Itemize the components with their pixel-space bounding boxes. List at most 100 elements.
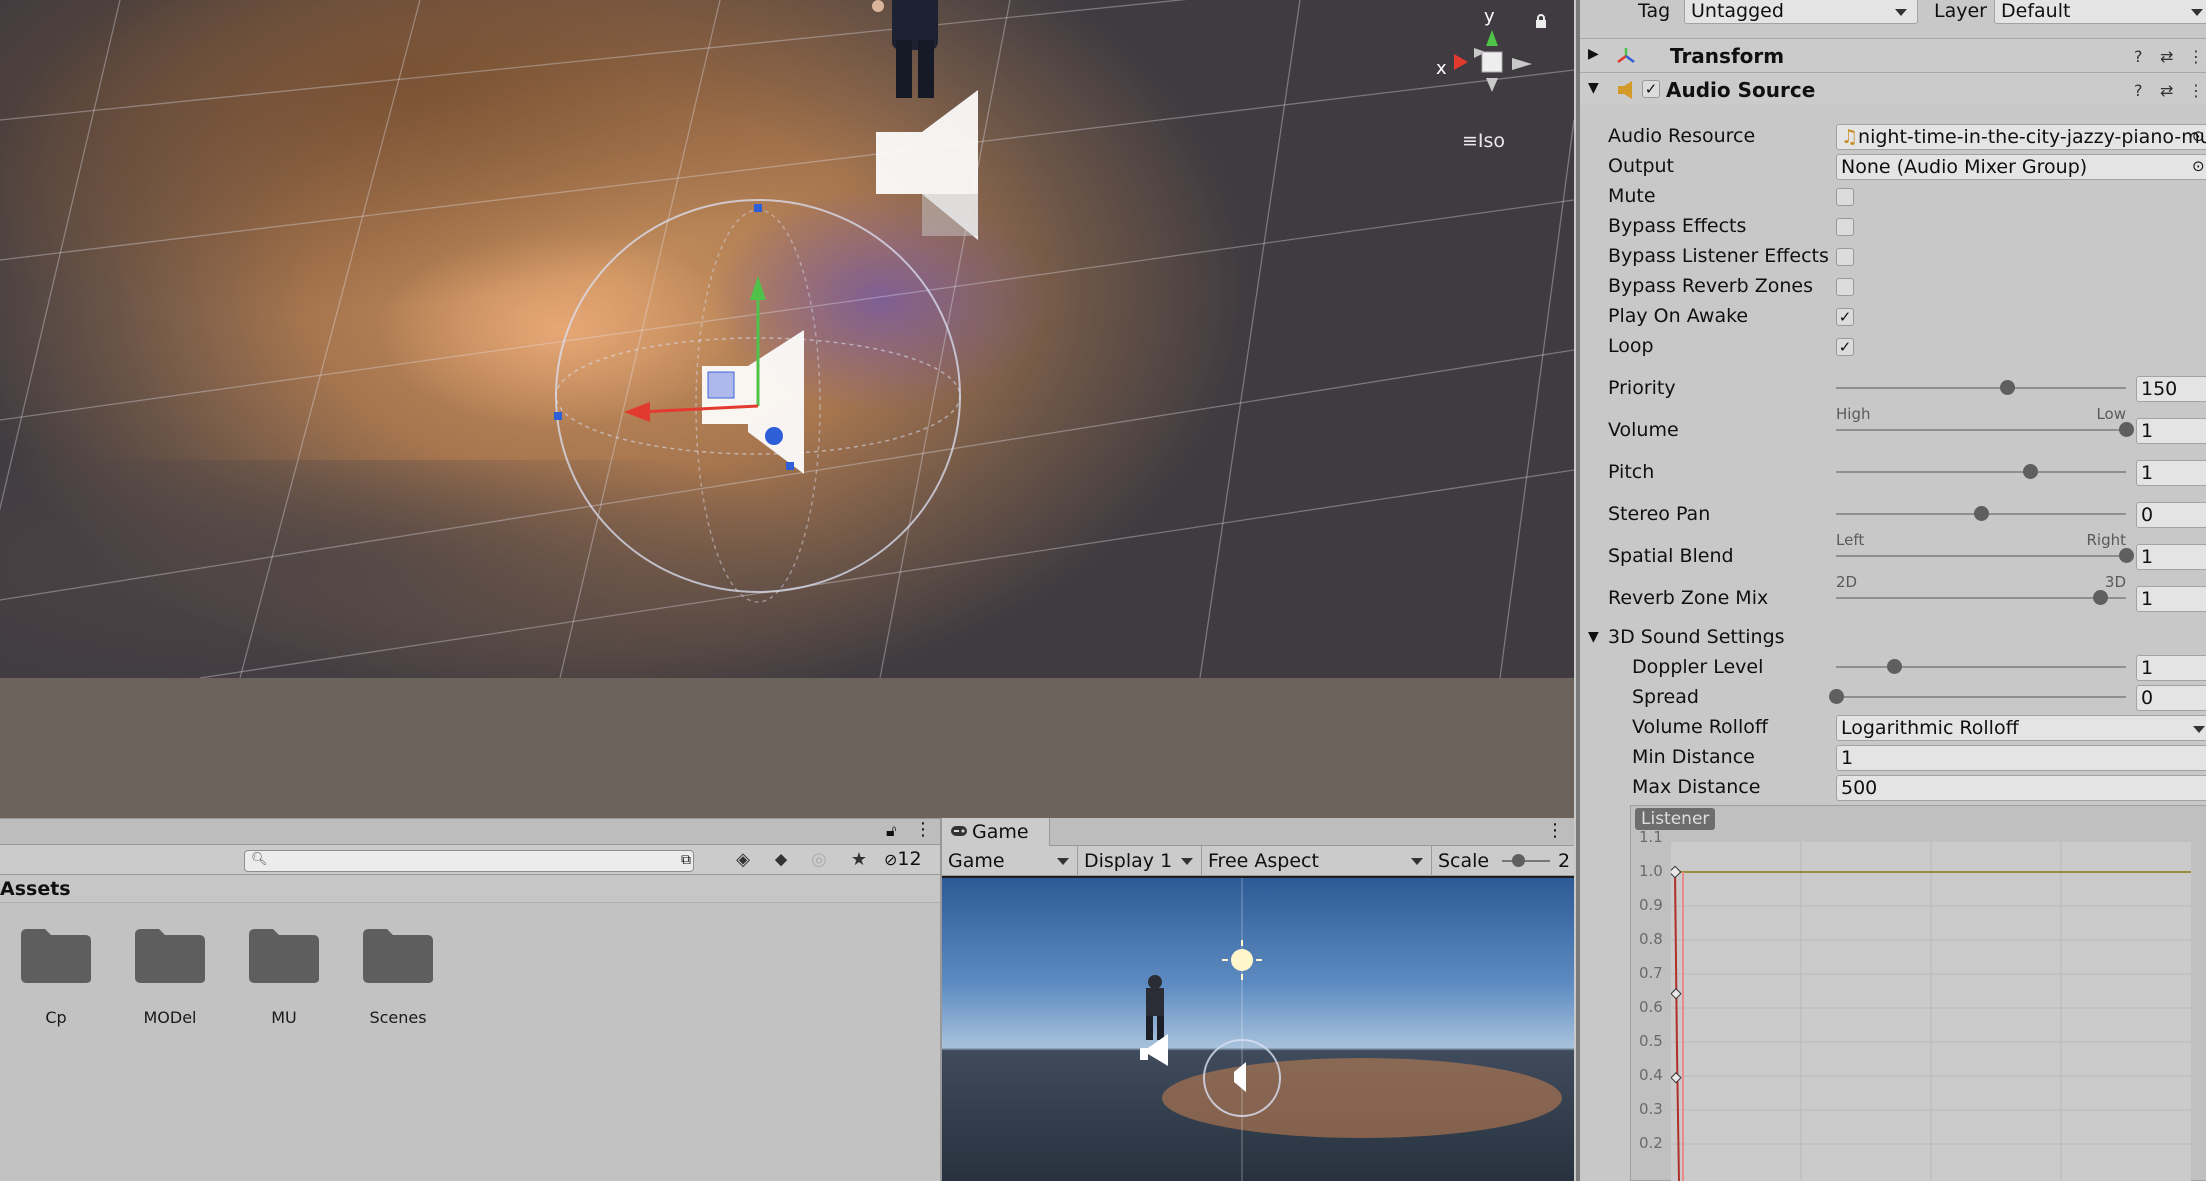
mute-checkbox[interactable]	[1836, 188, 1854, 206]
gizmo-x-axis-label[interactable]: x	[1436, 58, 1447, 79]
bypass-reverb-zones-checkbox[interactable]	[1836, 278, 1854, 296]
stereo-pan-slider[interactable]: Left Right	[1836, 506, 2126, 549]
stereo-pan-input[interactable]: 0	[2136, 502, 2206, 528]
min-distance-row: Min Distance 1	[1580, 742, 2206, 772]
pitch-slider[interactable]	[1836, 464, 2126, 479]
spatial-blend-input[interactable]: 1	[2136, 544, 2206, 570]
spatial-blend-slider-thumb[interactable]	[2119, 548, 2134, 563]
volume-rolloff-dropdown[interactable]: Logarithmic Rolloff	[1836, 715, 2206, 741]
filter-by-label-icon[interactable]: ⬥	[766, 849, 796, 873]
filter-by-type-icon[interactable]: ◈	[728, 849, 758, 873]
help-icon[interactable]: ?	[2134, 81, 2143, 100]
asset-folder-label: MODel	[143, 1008, 197, 1027]
layer-dropdown[interactable]: Default	[1994, 0, 2206, 24]
loop-checkbox[interactable]: ✓	[1836, 338, 1854, 356]
reverb-zone-mix-input[interactable]: 1	[2136, 586, 2206, 612]
audio-resource-label: Audio Resource	[1608, 125, 1756, 147]
asset-folder[interactable]: Cp	[6, 927, 106, 1027]
scale-control[interactable]: Scale 2	[1432, 846, 1574, 876]
spread-slider[interactable]	[1829, 689, 2126, 704]
spread-slider-thumb[interactable]	[1829, 689, 1844, 704]
gizmo-y-axis-label[interactable]: y	[1484, 6, 1495, 27]
more-options-icon[interactable]: ⋮	[2188, 81, 2204, 100]
more-options-icon[interactable]: ⋮	[1546, 820, 1564, 841]
audio-resource-field[interactable]: ♫night-time-in-the-city-jazzy-piano-mu	[1836, 124, 2206, 150]
bypass-listener-effects-checkbox[interactable]	[1836, 248, 1854, 266]
min-distance-input[interactable]: 1	[1836, 745, 2206, 771]
doppler-slider-thumb[interactable]	[1887, 659, 1902, 674]
priority-slider[interactable]: High Low	[1836, 380, 2126, 423]
sound3d-foldout[interactable]: ▼ 3D Sound Settings	[1580, 622, 2206, 652]
bypass-listener-effects-row: Bypass Listener Effects	[1580, 241, 2206, 271]
doppler-input[interactable]: 1	[2136, 655, 2206, 681]
search-input[interactable]: 🔍︎ ⧉	[244, 850, 694, 872]
selected-audio-source-gizmo[interactable]	[540, 190, 1000, 620]
priority-slider-thumb[interactable]	[2000, 380, 2016, 395]
scene-view[interactable]: x y ≡Iso	[0, 0, 1574, 818]
scale-slider[interactable]	[1502, 854, 1550, 867]
audio-source-component-header[interactable]: ▼ ✓ Audio Source ? ⇄ ⋮	[1580, 72, 2206, 105]
hidden-packages-toggle[interactable]: ⊘12	[884, 848, 922, 870]
aspect-dropdown[interactable]: Free Aspect	[1202, 846, 1432, 876]
scale-slider-thumb[interactable]	[1512, 854, 1525, 867]
tab-game[interactable]: Game	[942, 818, 1050, 846]
graph-y-tick: 0.5	[1639, 1032, 1663, 1050]
output-field[interactable]: None (Audio Mixer Group)	[1836, 154, 2206, 180]
bypass-effects-checkbox[interactable]	[1836, 218, 1854, 236]
object-picker-icon[interactable]: ⊙	[2192, 157, 2205, 175]
graph-plot-area[interactable]	[1668, 842, 2191, 1181]
max-distance-input[interactable]: 500	[1836, 775, 2206, 801]
lock-icon[interactable]: 🔓︎	[886, 821, 896, 841]
project-toolbar: 🔍︎ ⧉ ◈ ⬥ ◎ ★ ⊘12	[0, 845, 940, 875]
spatial-blend-slider[interactable]: 2D 3D	[1836, 548, 2134, 591]
search-filter-icon[interactable]: ⧉	[681, 852, 691, 868]
chevron-down-icon	[1181, 858, 1193, 865]
presets-icon[interactable]: ⇄	[2160, 47, 2173, 66]
doppler-slider[interactable]	[1836, 659, 2126, 674]
foldout-collapsed-icon[interactable]: ▶	[1588, 46, 1599, 62]
favorites-star-icon[interactable]: ★	[844, 849, 874, 873]
lock-icon[interactable]	[1534, 14, 1548, 28]
help-icon[interactable]: ?	[2134, 47, 2143, 66]
pitch-input[interactable]: 1	[2136, 460, 2206, 486]
folder-icon	[135, 929, 205, 983]
asset-folder[interactable]: MODel	[120, 927, 220, 1027]
foldout-expanded-icon[interactable]: ▼	[1588, 629, 1599, 645]
asset-folder[interactable]: Scenes	[348, 927, 448, 1027]
sound3d-header: 3D Sound Settings	[1608, 626, 1785, 648]
priority-input[interactable]: 150	[2136, 376, 2206, 402]
stereo-pan-slider-thumb[interactable]	[1974, 506, 1989, 521]
object-picker-icon[interactable]: ⊙	[2192, 127, 2205, 145]
foldout-expanded-icon[interactable]: ▼	[1588, 80, 1599, 96]
package-filter-icon[interactable]: ◎	[804, 849, 834, 873]
stereo-pan-label: Stereo Pan	[1608, 503, 1711, 525]
game-viewport[interactable]	[942, 878, 1574, 1181]
priority-row: Priority High Low 150	[1580, 373, 2206, 423]
chevron-down-icon	[1057, 858, 1069, 865]
asset-folder[interactable]: MU	[234, 927, 334, 1027]
pitch-slider-thumb[interactable]	[2023, 464, 2039, 479]
rolloff-curve-graph[interactable]: Listener 1.1 1.0 0.9 0.8 0.7 0.6 0.5 0.4…	[1630, 805, 2206, 1181]
more-options-icon[interactable]: ⋮	[914, 819, 932, 840]
volume-slider-thumb[interactable]	[2119, 422, 2134, 437]
tag-dropdown[interactable]: Untagged	[1684, 0, 1918, 24]
graph-y-tick: 0.8	[1639, 930, 1663, 948]
assets-breadcrumb[interactable]: Assets	[0, 875, 940, 903]
more-options-icon[interactable]: ⋮	[2188, 47, 2204, 66]
presets-icon[interactable]: ⇄	[2160, 81, 2173, 100]
character-model[interactable]	[870, 0, 960, 100]
project-tab-bar: 🔓︎ ⋮	[0, 819, 940, 845]
game-view-mode-dropdown[interactable]: Game	[942, 846, 1078, 876]
play-on-awake-checkbox[interactable]: ✓	[1836, 308, 1854, 326]
transform-component-header[interactable]: ▶ Transform ? ⇄ ⋮	[1580, 38, 2206, 71]
reverb-zone-mix-slider[interactable]	[1836, 590, 2126, 605]
tag-label: Tag	[1638, 0, 1671, 22]
projection-toggle[interactable]: ≡Iso	[1462, 130, 1505, 152]
component-enabled-checkbox[interactable]: ✓	[1642, 80, 1660, 98]
display-value: Display 1	[1084, 850, 1173, 872]
display-dropdown[interactable]: Display 1	[1078, 846, 1202, 876]
reverb-zone-mix-slider-thumb[interactable]	[2092, 590, 2108, 605]
volume-input[interactable]: 1	[2136, 418, 2206, 444]
volume-slider[interactable]	[1836, 422, 2134, 437]
spread-input[interactable]: 0	[2136, 685, 2206, 711]
